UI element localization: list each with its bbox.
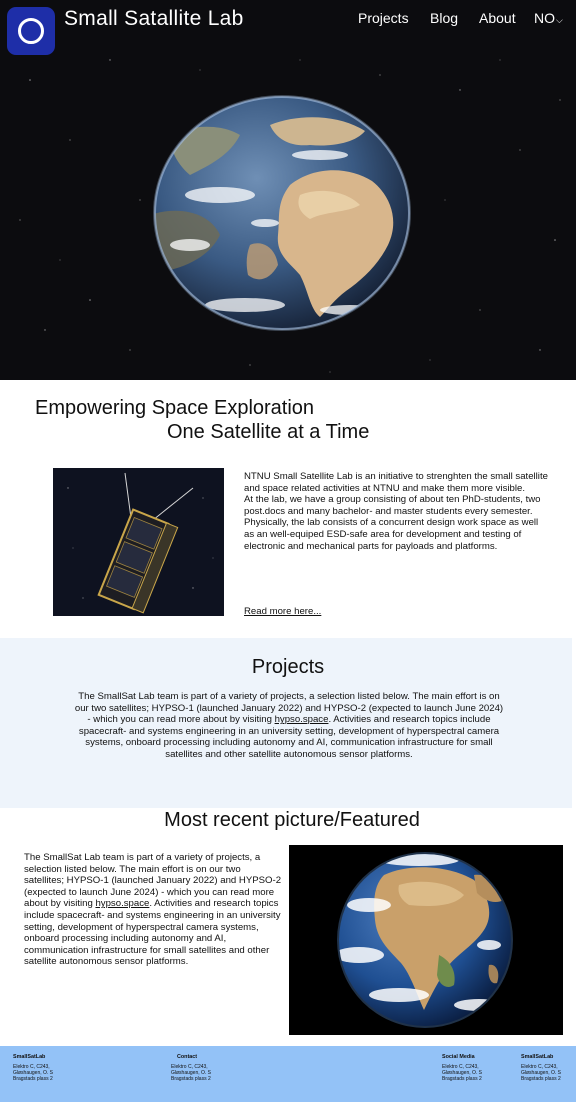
footer-column-smallsatlab: SmallSatLab Elektro C, C243, Gløshaugen,…	[13, 1054, 53, 1082]
footer-address-line: Bragstads plass 2	[521, 1076, 561, 1082]
hero-banner: Small Satallite Lab Projects Blog About …	[0, 0, 576, 380]
featured-earth-image	[289, 845, 563, 1035]
featured-hypso-link[interactable]: hypso.space	[95, 898, 149, 909]
footer-column-contact: Contact Elektro C, C243, Gløshaugen, O. …	[171, 1054, 211, 1082]
cubesat-image	[53, 468, 224, 616]
site-title[interactable]: Small Satallite Lab	[64, 7, 244, 31]
nav-link-about[interactable]: About	[479, 10, 516, 26]
projects-heading: Projects	[251, 656, 325, 678]
footer-address-line: Bragstads plass 2	[442, 1076, 482, 1082]
footer-address-line: Bragstads plass 2	[171, 1076, 211, 1082]
featured-heading: Most recent picture/Featured	[164, 809, 420, 831]
footer-address-line: Bragstads plass 2	[13, 1076, 53, 1082]
projects-description: The SmallSat Lab team is part of a varie…	[72, 691, 506, 761]
language-selector[interactable]: NO⌵	[534, 10, 563, 26]
ring-logo-icon	[18, 18, 44, 44]
intro-paragraph-1: NTNU Small Satellite Lab is an initiativ…	[244, 471, 548, 494]
tagline-line-1: Empowering Space Exploration	[35, 397, 315, 419]
earth-globe-image	[153, 95, 411, 331]
nav-link-projects[interactable]: Projects	[358, 10, 409, 26]
site-footer	[0, 1046, 576, 1102]
featured-description: The SmallSat Lab team is part of a varie…	[24, 852, 282, 968]
hypso-link[interactable]: hypso.space	[275, 714, 329, 725]
footer-heading: Social Media	[442, 1054, 475, 1060]
footer-heading: SmallSatLab	[521, 1054, 554, 1060]
footer-column-social-media: Social Media Elektro C, C243, Gløshaugen…	[442, 1054, 482, 1082]
intro-description: NTNU Small Satellite Lab is an initiativ…	[244, 471, 550, 552]
footer-column-smallsatlab-2: SmallSatLab Elektro C, C243, Gløshaugen,…	[521, 1054, 561, 1082]
nav-link-blog[interactable]: Blog	[430, 10, 458, 26]
chevron-down-icon: ⌵	[556, 15, 563, 25]
footer-heading: Contact	[177, 1054, 198, 1060]
footer-heading: SmallSatLab	[13, 1054, 46, 1060]
intro-paragraph-2: At the lab, we have a group consisting o…	[244, 494, 541, 552]
lab-logo[interactable]	[7, 7, 55, 55]
top-navigation-bar: Small Satallite Lab Projects Blog About …	[0, 0, 576, 56]
tagline-line-2: One Satellite at a Time	[167, 421, 370, 443]
language-label: NO	[534, 10, 555, 26]
read-more-link[interactable]: Read more here...	[244, 606, 321, 617]
